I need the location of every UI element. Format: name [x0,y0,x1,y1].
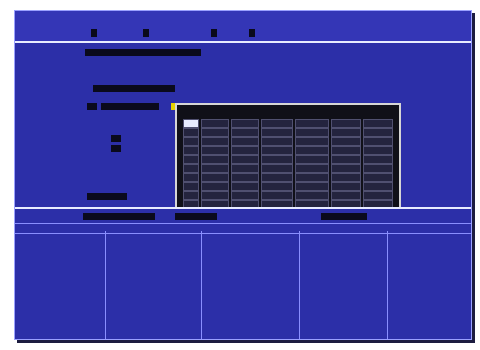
popup-cell [363,164,393,173]
popup-row[interactable] [183,146,393,155]
popup-cell [201,146,229,155]
change-field-1[interactable] [87,103,97,110]
popup-cell [331,155,361,164]
popup-cell [201,155,229,164]
popup-cell [295,173,329,182]
menu-separator-icon [211,29,217,37]
popup-cell [295,164,329,173]
popup-cell [231,191,259,200]
popup-cell [331,137,361,146]
popup-cell [201,191,229,200]
table-row[interactable] [15,253,471,267]
popup-cell [183,146,199,155]
popup-cell [261,173,293,182]
popup-cell [331,164,361,173]
terminal-screen [14,10,472,340]
popup-cell [261,137,293,146]
popup-row[interactable] [183,137,393,146]
popup-cell [295,137,329,146]
popup-cell [295,128,329,137]
popup-row[interactable] [183,119,393,128]
table-row[interactable] [15,285,471,299]
table-row[interactable] [15,269,471,283]
table-tab-2[interactable] [175,213,217,220]
popup-cell [231,155,259,164]
popup-row[interactable] [183,173,393,182]
popup-cell [231,146,259,155]
popup-cell [295,146,329,155]
change-field-2[interactable] [101,103,159,110]
popup-cell [295,182,329,191]
popup-cell [363,146,393,155]
popup-cell [363,137,393,146]
popup-cell [331,173,361,182]
popup-cell [261,119,293,128]
popup-cell [331,128,361,137]
popup-cell [231,128,259,137]
table-row[interactable] [15,237,471,251]
popup-cell [261,191,293,200]
menu-separator-icon [91,29,97,37]
popup-cell [231,164,259,173]
popup-cell [183,128,199,137]
popup-cell [231,137,259,146]
popup-cell [363,191,393,200]
popup-cell [295,155,329,164]
popup-cell [261,146,293,155]
table-row[interactable] [15,317,471,331]
popup-cell [261,164,293,173]
popup-cell [331,191,361,200]
popup-cell [201,164,229,173]
popup-cell [183,191,199,200]
popup-cell [231,182,259,191]
table-row[interactable] [15,301,471,315]
popup-row[interactable] [183,164,393,173]
popup-cell [201,128,229,137]
table-header-rule [15,223,471,224]
popup-cell [295,191,329,200]
section-field-2[interactable] [111,145,121,152]
popup-cell [201,119,229,128]
popup-cell [183,173,199,182]
popup-row[interactable] [183,155,393,164]
popup-cell [183,119,199,128]
section-field-1[interactable] [111,135,121,142]
popup-row[interactable] [183,128,393,137]
table-tab-4[interactable] [321,213,367,220]
footer-field[interactable] [87,193,127,200]
type-field[interactable] [93,85,175,92]
popup-cell [261,182,293,191]
popup-row[interactable] [183,182,393,191]
popup-cell [231,173,259,182]
popup-cell [261,155,293,164]
popup-cell [201,173,229,182]
popup-cell [201,137,229,146]
popup-cell [201,182,229,191]
popup-cell [295,119,329,128]
table-tab-1[interactable] [83,213,155,220]
popup-cell [363,128,393,137]
popup-cell [231,119,259,128]
popup-cell [331,119,361,128]
title-bar [15,11,471,41]
popup-row[interactable] [183,191,393,200]
popup-cell [183,164,199,173]
popup-cell [331,182,361,191]
popup-cell [183,182,199,191]
lookup-popup[interactable] [175,103,401,213]
popup-cell [183,155,199,164]
id-field[interactable] [85,49,201,56]
records-table [15,209,471,339]
menu-separator-icon [249,29,255,37]
menu-separator-icon [143,29,149,37]
table-header-rule [15,233,471,234]
popup-cell [331,146,361,155]
popup-cell [363,182,393,191]
popup-cell [183,137,199,146]
popup-cell [363,155,393,164]
popup-cell [363,119,393,128]
popup-cell [261,128,293,137]
window-frame [0,0,480,350]
popup-cell [363,173,393,182]
